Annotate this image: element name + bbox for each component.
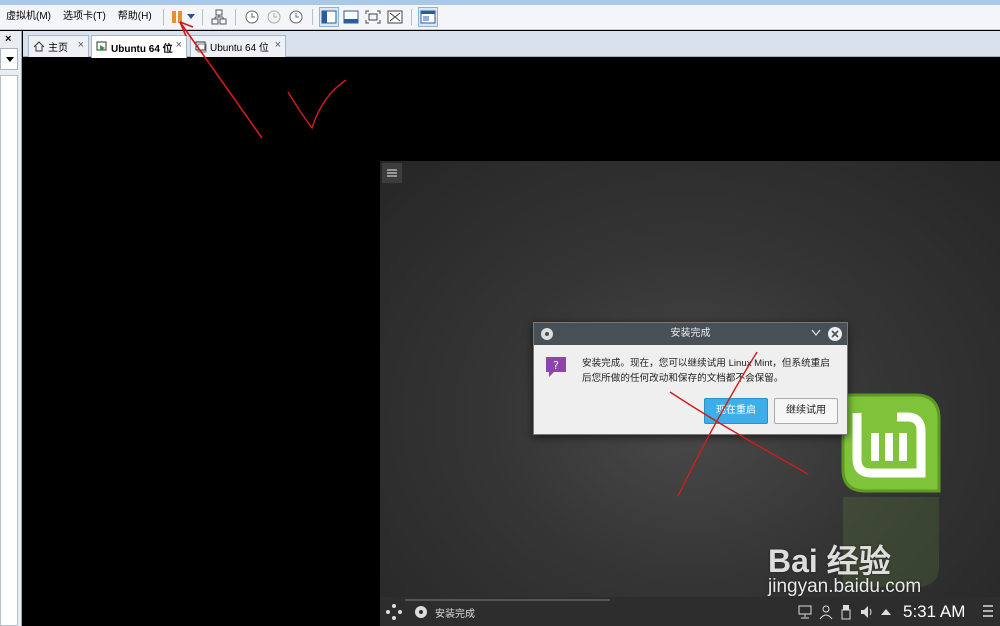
taskbar-task-label: 安装完成	[435, 608, 475, 620]
continue-testing-button[interactable]: 继续试用	[774, 398, 838, 424]
tab-home[interactable]: 主页 ×	[28, 35, 89, 57]
tab-close-button[interactable]: ×	[78, 39, 84, 51]
menu-icon	[387, 169, 397, 177]
hamburger-menu-button[interactable]	[382, 163, 402, 183]
close-icon[interactable]	[827, 326, 843, 342]
clock-icon	[245, 10, 259, 24]
unity-button[interactable]	[385, 7, 405, 27]
question-icon: ?	[546, 357, 566, 377]
library-search-dropdown[interactable]	[0, 48, 18, 70]
restart-now-button[interactable]: 现在重启	[704, 398, 768, 424]
install-complete-dialog: 安装完成 ? 安装完成。现在，您可以继续试用 Linux Mint，但系统重启 …	[533, 322, 848, 435]
tab-bar: 主页 × Ubuntu 64 位 × Ubuntu 64 位 ×	[23, 31, 1000, 58]
clock-revert-icon	[267, 10, 281, 24]
revert-snapshot-button[interactable]	[264, 7, 284, 27]
user-icon[interactable]	[818, 604, 834, 620]
disc-icon	[415, 606, 427, 618]
tab-label: Ubuntu 64 位	[210, 43, 269, 54]
console-view-icon	[420, 10, 436, 24]
dialog-title: 安装完成	[670, 328, 711, 339]
dialog-message-line: 后您所做的任何改动和保存的文档都不会保留。	[582, 373, 784, 384]
power-dropdown-button[interactable]	[186, 7, 196, 27]
snapshot-manager-button[interactable]	[286, 7, 306, 27]
sidebar-view-icon	[321, 10, 337, 24]
snapshot-button[interactable]	[242, 7, 262, 27]
unity-icon	[387, 10, 403, 24]
tab-ubuntu-active[interactable]: Ubuntu 64 位 ×	[91, 35, 187, 58]
annotation-checkmark	[287, 79, 347, 130]
toolbar-separator	[162, 9, 164, 25]
vm-running-icon	[96, 41, 107, 51]
svg-text:?: ?	[553, 359, 559, 372]
usb-icon[interactable]	[840, 604, 852, 620]
fullscreen-icon	[365, 10, 381, 24]
tab-label: Ubuntu 64 位	[111, 43, 173, 55]
home-icon	[33, 41, 45, 52]
fullscreen-button[interactable]	[363, 7, 383, 27]
thumbnail-bar-button[interactable]	[341, 7, 361, 27]
menu-help[interactable]: 帮助(H)	[112, 5, 158, 29]
app-launcher-icon[interactable]	[385, 603, 403, 621]
toolbar-separator	[311, 9, 313, 25]
library-close-button[interactable]: ×	[5, 33, 11, 45]
volume-icon[interactable]	[859, 604, 875, 620]
toolbar-separator	[410, 9, 412, 25]
dialog-titlebar: 安装完成	[534, 323, 847, 345]
dialog-message-line: 安装完成。现在，您可以继续试用 Linux Mint，但系统重启	[582, 358, 830, 369]
send-keys-button[interactable]	[209, 7, 229, 27]
chevron-down-icon	[6, 57, 14, 62]
library-list[interactable]	[0, 75, 18, 626]
pause-button[interactable]	[170, 7, 184, 27]
clock-manager-icon	[289, 10, 303, 24]
network-icon	[211, 9, 227, 25]
network-icon[interactable]	[797, 604, 813, 620]
tab-label: 主页	[48, 43, 68, 54]
menu-vm[interactable]: 虚拟机(M)	[0, 5, 57, 29]
chevron-down-icon[interactable]	[811, 329, 821, 337]
clock[interactable]: 5:31 AM	[903, 601, 965, 623]
menubar: 虚拟机(M) 选项卡(T) 帮助(H)	[0, 5, 1000, 30]
menu-icon[interactable]	[982, 604, 994, 618]
chevron-up-icon[interactable]	[881, 608, 891, 616]
watermark-url: jingyan.baidu.com	[768, 576, 922, 597]
toolbar-separator	[234, 9, 236, 25]
menu-tabs[interactable]: 选项卡(T)	[57, 5, 112, 29]
show-library-button[interactable]	[318, 7, 339, 27]
disc-icon	[541, 328, 553, 340]
pause-icon	[171, 11, 182, 23]
tab-ubuntu[interactable]: Ubuntu 64 位 ×	[190, 35, 286, 57]
linux-mint-logo	[841, 393, 941, 493]
tab-close-button[interactable]: ×	[275, 39, 281, 51]
tab-close-button[interactable]: ×	[176, 39, 182, 51]
vm-icon	[195, 41, 207, 52]
dialog-message: 安装完成。现在，您可以继续试用 Linux Mint，但系统重启 后您所做的任何…	[582, 356, 842, 386]
taskbar-task[interactable]: 安装完成	[414, 601, 475, 623]
toolbar-separator	[201, 9, 203, 25]
console-view-button[interactable]	[417, 7, 438, 27]
bottom-panel-icon	[343, 10, 359, 24]
chevron-down-icon	[186, 14, 195, 19]
